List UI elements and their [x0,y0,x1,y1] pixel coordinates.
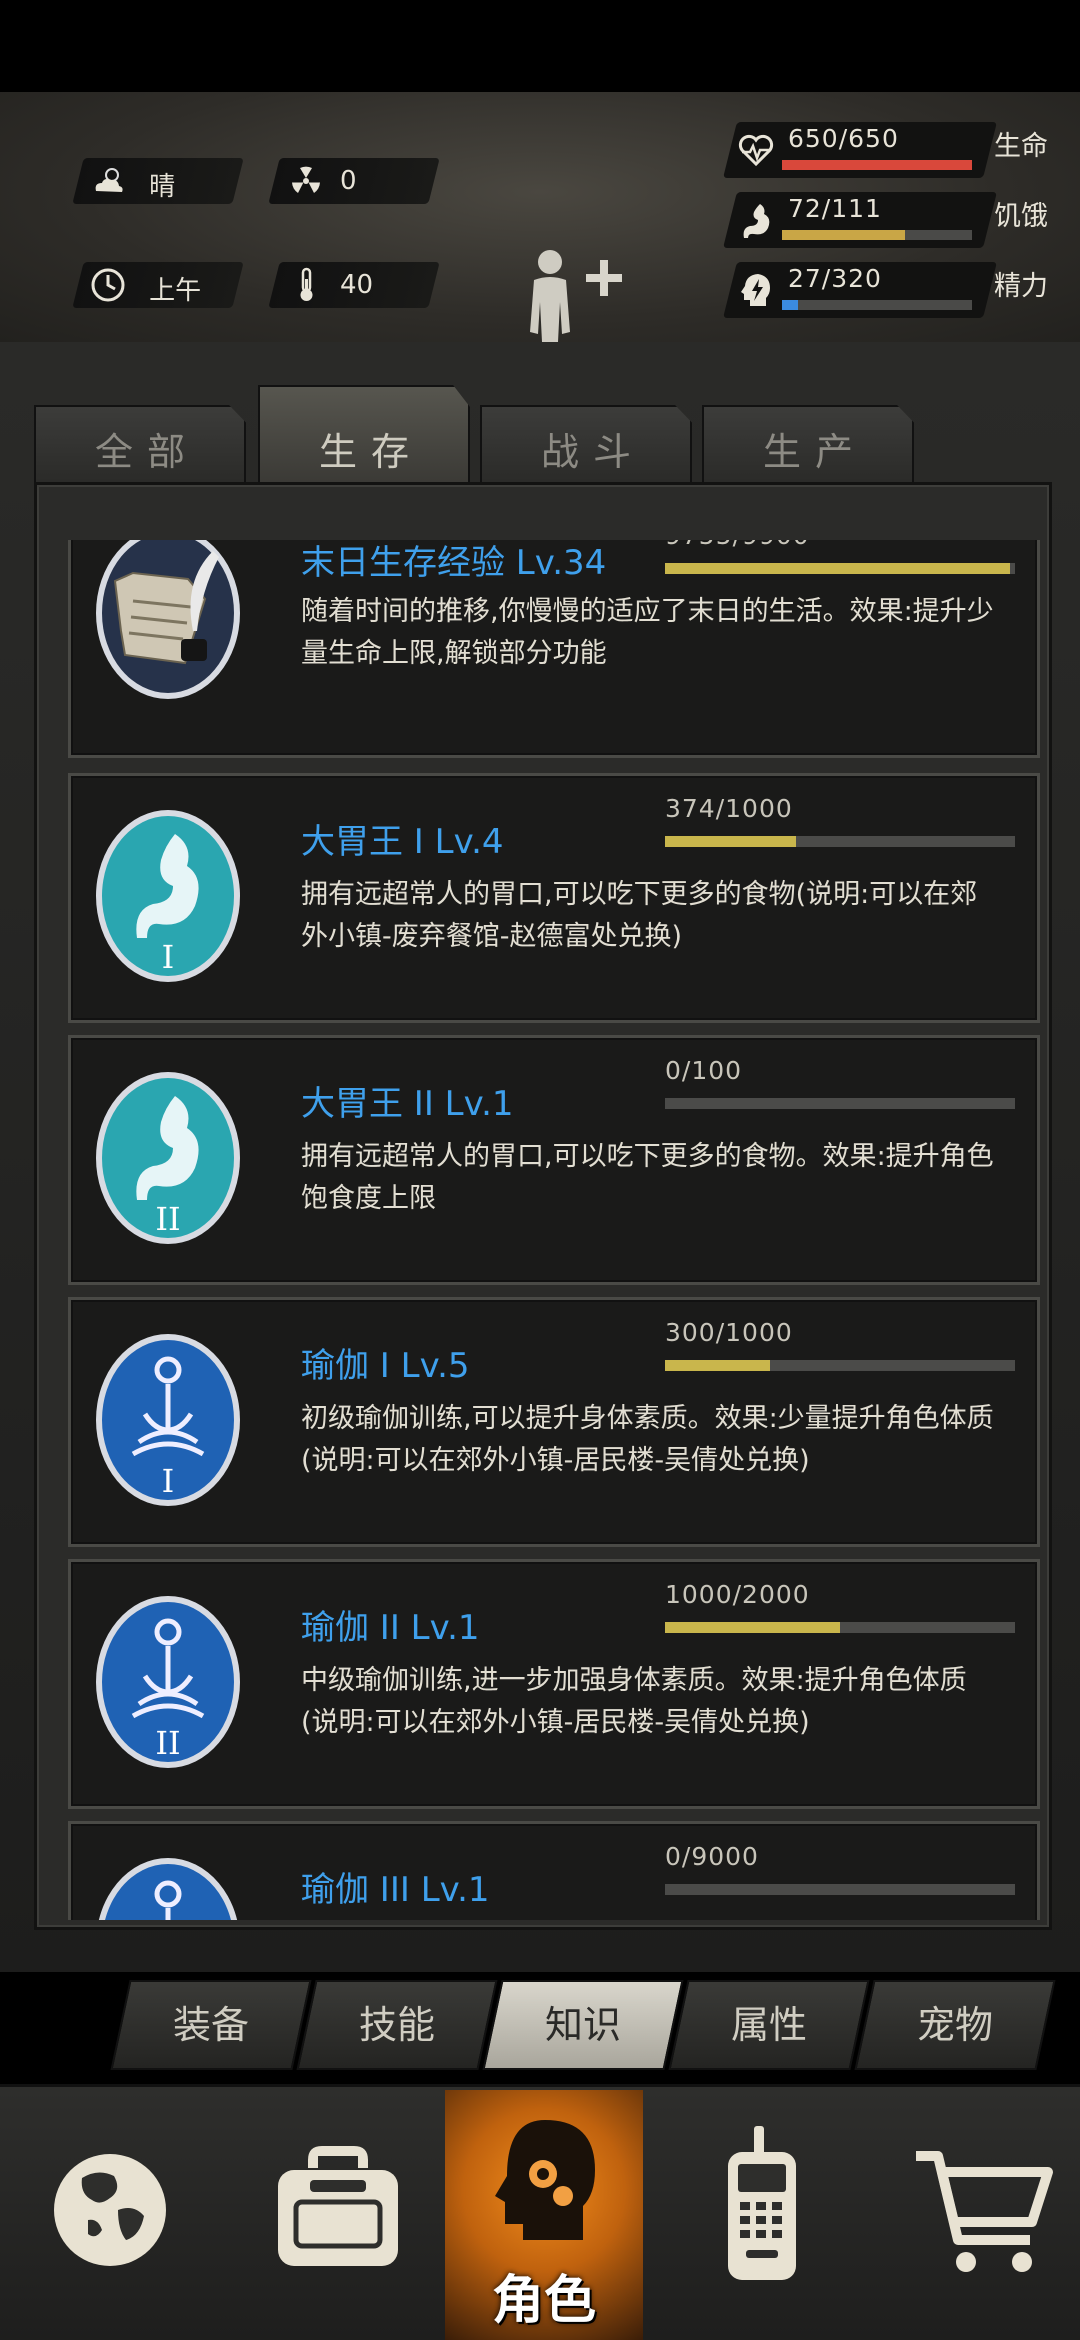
skill-card[interactable]: 末日生存经验 Lv.34 9755/9900 随着时间的推移,你慢慢的适应了末日… [68,540,1040,758]
temperature-value: 40 [340,270,374,300]
top-spacer [0,0,1080,92]
nav-backpack[interactable] [238,2090,438,2340]
skill-description: 拥有远超常人的胃口,可以吃下更多的食物。效果:提升角色饱食度上限 [301,1141,994,1214]
nav-character-label: 角色 [491,2271,596,2331]
radiation-value: 0 [340,166,357,196]
svg-text:II: II [155,1200,180,1238]
walkie-talkie-icon [728,2126,796,2280]
skill-title: 大胃王 II Lv.1 [301,1084,514,1124]
yoga-ii-icon: II [96,1596,240,1768]
skill-title: 瑜伽 I Lv.5 [301,1346,470,1386]
skill-progress-text: 300/1000 [665,1318,793,1347]
scroll-quill-icon [96,540,240,699]
hunger-text: 72/111 [788,194,882,223]
skill-card[interactable]: I 大胃王 I Lv.4 374/1000 拥有远超常人的胃口,可以吃下更多的食… [68,773,1040,1023]
weather-stat: 晴 [72,158,244,204]
tab-production[interactable]: 生产 [702,405,914,485]
svg-text:II: II [155,1724,180,1762]
time-label: 上午 [149,276,202,306]
nav-shop[interactable] [876,2090,1076,2340]
skill-list[interactable]: 末日生存经验 Lv.34 9755/9900 随着时间的推移,你慢慢的适应了末日… [34,540,1052,1920]
subtab-skills[interactable]: 技能 [296,1980,498,2070]
globe-icon [54,2154,166,2266]
energy-text: 27/320 [788,264,882,293]
hunger-stat: 72/111 饥饿 [720,192,1070,248]
health-bar [782,160,972,170]
skill-progress-bar [665,1622,1015,1633]
skill-title: 瑜伽 III Lv.1 [301,1870,490,1910]
skill-progress-bar [665,836,1015,847]
yoga-i-icon: I [96,1334,240,1506]
stomach-i-icon: I [96,810,240,982]
tab-combat[interactable]: 战斗 [480,405,692,485]
energy-stat: 27/320 精力 [720,262,1070,318]
skill-card[interactable]: I 瑜伽 I Lv.5 300/1000 初级瑜伽训练,可以提升身体素质。效果:… [68,1297,1040,1547]
shopping-cart-icon [916,2151,1053,2272]
temperature-stat: 40 [268,262,440,308]
skill-progress-text: 0/9000 [665,1842,759,1871]
tab-all[interactable]: 全部 [34,405,246,485]
cloudy-sun-icon [95,168,123,192]
skill-progress-bar [665,1098,1015,1109]
clock-icon [91,268,125,302]
subtab-equipment[interactable]: 装备 [110,1980,312,2070]
skill-description: 中级瑜伽训练,进一步加强身体素质。效果:提升角色体质(说明:可以在郊外小镇-居民… [301,1665,967,1738]
radiation-icon [292,166,320,193]
skill-title: 瑜伽 II Lv.1 [301,1608,480,1648]
health-text: 650/650 [788,124,899,153]
skill-description: 拥有远超常人的胃口,可以吃下更多的食物(说明:可以在郊外小镇-废弃餐馆-赵德富处… [301,879,978,952]
skill-card[interactable]: II 大胃王 II Lv.1 0/100 拥有远超常人的胃口,可以吃下更多的食物… [68,1035,1040,1285]
skill-progress-text: 0/100 [665,1056,743,1085]
skill-progress-bar [665,563,1015,574]
skill-progress-text: 1000/2000 [665,1580,810,1609]
subtab-attributes[interactable]: 属性 [668,1980,870,2070]
energy-label: 精力 [994,271,1048,302]
skill-progress-bar [665,1360,1015,1371]
subtab-knowledge[interactable]: 知识 [482,1980,684,2070]
health-label: 生命 [994,131,1048,162]
heart-pulse-icon [738,134,774,167]
skill-card[interactable]: II 瑜伽 II Lv.1 1000/2000 中级瑜伽训练,进一步加强身体素质… [68,1559,1040,1809]
skill-progress-text: 374/1000 [665,794,793,823]
nav-character[interactable]: 角色 [445,2090,643,2340]
hunger-label: 饥饿 [994,201,1048,232]
nav-map[interactable] [22,2090,222,2340]
energy-bar [782,300,972,310]
radiation-stat: 0 [268,158,440,204]
svg-text:I: I [162,938,175,976]
svg-text:I: I [162,1462,175,1500]
status-header: 晴 0 上午 40 650/650 生命 72/111 饥饿 27/320 精力 [0,92,1080,402]
skill-card[interactable]: 瑜伽 III Lv.1 0/9000 [68,1821,1040,1920]
skill-title: 大胃王 I Lv.4 [301,822,504,862]
stomach-icon [743,204,770,238]
yoga-iii-icon [98,1858,238,1920]
energy-head-icon [741,274,770,306]
skill-title: 末日生存经验 Lv.34 [301,543,607,583]
skill-description: 初级瑜伽训练,可以提升身体素质。效果:少量提升角色体质(说明:可以在郊外小镇-居… [301,1403,994,1476]
tab-survival[interactable]: 生存 [258,385,470,485]
health-stat: 650/650 生命 [720,122,1070,178]
stomach-ii-icon: II [96,1072,240,1244]
skill-progress-text: 9755/9900 [665,540,810,550]
thermometer-icon [300,267,313,301]
weather-label: 晴 [149,172,176,202]
subtab-pets[interactable]: 宠物 [854,1980,1056,2070]
nav-radio[interactable] [660,2090,860,2340]
backpack-icon [278,2146,398,2266]
time-stat: 上午 [72,262,244,308]
hunger-bar [782,230,972,240]
skill-progress-bar [665,1884,1015,1895]
skill-description: 随着时间的推移,你慢慢的适应了末日的生活。效果:提升少量生命上限,解锁部分功能 [301,596,994,669]
